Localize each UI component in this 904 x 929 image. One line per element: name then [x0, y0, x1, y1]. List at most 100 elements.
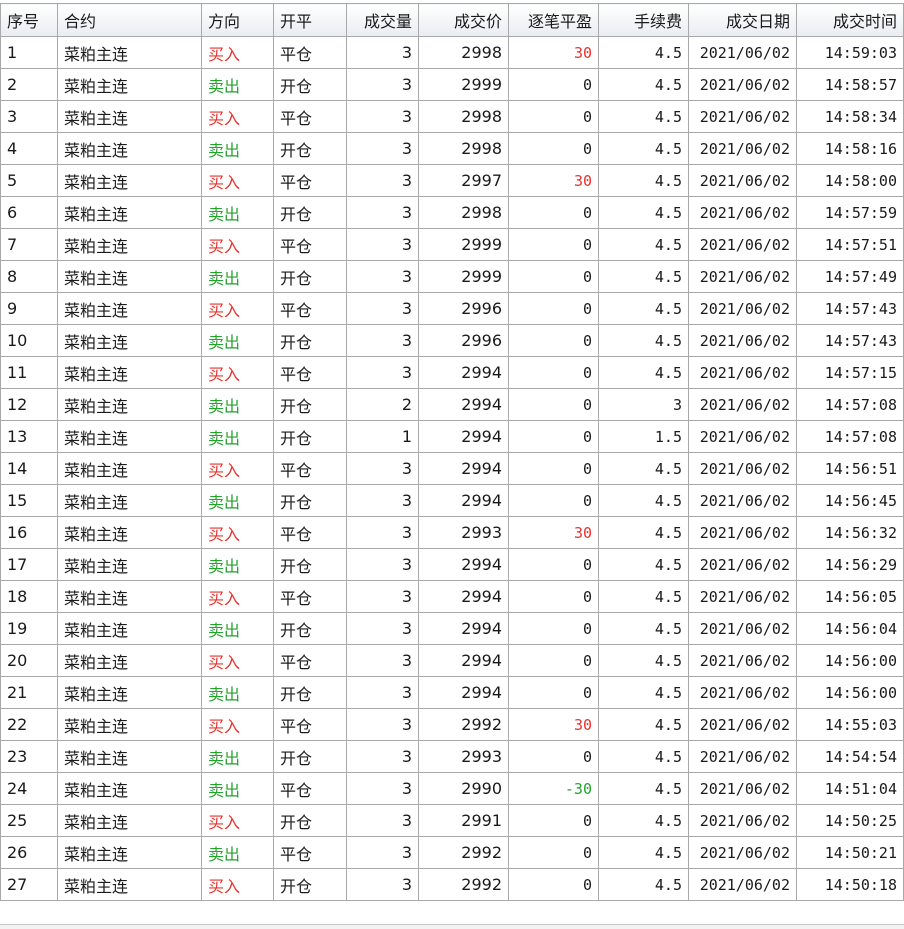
table-row[interactable]: 16 菜粕主连 买入 平仓 3 2993 30 4.5 2021/06/02 14:56:32 [0, 516, 904, 549]
cell-open-close: 开仓 [273, 676, 347, 709]
cell-date: 2021/06/02 [688, 292, 797, 325]
cell-open-close: 平仓 [273, 644, 347, 677]
cell-direction: 卖出 [201, 132, 274, 165]
cell-date: 2021/06/02 [688, 164, 797, 197]
table-row[interactable]: 26 菜粕主连 卖出 平仓 3 2992 0 4.5 2021/06/02 14:50:21 [0, 836, 904, 869]
col-header-fee[interactable]: 手续费 [598, 3, 689, 37]
cell-contract: 菜粕主连 [57, 164, 202, 197]
cell-time: 14:56:05 [796, 580, 904, 613]
table-row[interactable]: 15 菜粕主连 卖出 开仓 3 2994 0 4.5 2021/06/02 14:56:45 [0, 484, 904, 517]
cell-time: 14:56:04 [796, 612, 904, 645]
table-row[interactable]: 18 菜粕主连 买入 平仓 3 2994 0 4.5 2021/06/02 14:56:05 [0, 580, 904, 613]
col-header-open-close[interactable]: 开平 [273, 3, 347, 37]
table-row[interactable]: 21 菜粕主连 卖出 开仓 3 2994 0 4.5 2021/06/02 14:56:00 [0, 676, 904, 709]
table-row[interactable]: 4 菜粕主连 卖出 开仓 3 2998 0 4.5 2021/06/02 14:58:16 [0, 132, 904, 165]
cell-profit: -30 [508, 772, 599, 805]
cell-open-close: 开仓 [273, 868, 347, 901]
table-row[interactable]: 8 菜粕主连 卖出 开仓 3 2999 0 4.5 2021/06/02 14:57:49 [0, 260, 904, 293]
cell-date: 2021/06/02 [688, 324, 797, 357]
table-row[interactable]: 23 菜粕主连 卖出 开仓 3 2993 0 4.5 2021/06/02 14:54:54 [0, 740, 904, 773]
cell-index: 26 [0, 836, 58, 869]
cell-price: 2996 [418, 292, 509, 325]
cell-fee: 4.5 [598, 580, 689, 613]
table-row[interactable]: 2 菜粕主连 卖出 开仓 3 2999 0 4.5 2021/06/02 14:58:57 [0, 68, 904, 101]
cell-price: 2998 [418, 196, 509, 229]
cell-open-close: 平仓 [273, 100, 347, 133]
cell-profit: 0 [508, 388, 599, 421]
cell-volume: 3 [346, 836, 419, 869]
cell-contract: 菜粕主连 [57, 772, 202, 805]
cell-index: 22 [0, 708, 58, 741]
cell-open-close: 开仓 [273, 484, 347, 517]
cell-fee: 4.5 [598, 260, 689, 293]
table-row[interactable]: 22 菜粕主连 买入 平仓 3 2992 30 4.5 2021/06/02 14:55:03 [0, 708, 904, 741]
cell-direction: 买入 [201, 580, 274, 613]
cell-index: 2 [0, 68, 58, 101]
cell-price: 2994 [418, 420, 509, 453]
table-row[interactable]: 9 菜粕主连 买入 平仓 3 2996 0 4.5 2021/06/02 14:57:43 [0, 292, 904, 325]
table-row[interactable]: 5 菜粕主连 买入 平仓 3 2997 30 4.5 2021/06/02 14:58:00 [0, 164, 904, 197]
cell-open-close: 平仓 [273, 836, 347, 869]
cell-fee: 4.5 [598, 868, 689, 901]
cell-fee: 4.5 [598, 804, 689, 837]
cell-profit: 0 [508, 644, 599, 677]
cell-profit: 0 [508, 356, 599, 389]
cell-volume: 3 [346, 676, 419, 709]
table-row[interactable]: 3 菜粕主连 买入 平仓 3 2998 0 4.5 2021/06/02 14:58:34 [0, 100, 904, 133]
cell-profit: 30 [508, 708, 599, 741]
cell-index: 13 [0, 420, 58, 453]
col-header-volume[interactable]: 成交量 [346, 3, 419, 37]
cell-time: 14:56:32 [796, 516, 904, 549]
cell-contract: 菜粕主连 [57, 132, 202, 165]
cell-volume: 3 [346, 260, 419, 293]
table-row[interactable]: 13 菜粕主连 卖出 开仓 1 2994 0 1.5 2021/06/02 14:57:08 [0, 420, 904, 453]
cell-open-close: 开仓 [273, 388, 347, 421]
cell-contract: 菜粕主连 [57, 196, 202, 229]
cell-volume: 3 [346, 452, 419, 485]
table-row[interactable]: 7 菜粕主连 买入 平仓 3 2999 0 4.5 2021/06/02 14:57:51 [0, 228, 904, 261]
cell-volume: 3 [346, 228, 419, 261]
table-row[interactable]: 10 菜粕主连 卖出 开仓 3 2996 0 4.5 2021/06/02 14:57:43 [0, 324, 904, 357]
cell-index: 4 [0, 132, 58, 165]
col-header-profit[interactable]: 逐笔平盈 [508, 3, 599, 37]
cell-fee: 4.5 [598, 836, 689, 869]
cell-date: 2021/06/02 [688, 196, 797, 229]
table-row[interactable]: 27 菜粕主连 买入 开仓 3 2992 0 4.5 2021/06/02 14:50:18 [0, 868, 904, 901]
trade-grid[interactable]: 序号 合约 方向 开平 成交量 成交价 逐笔平盈 手续费 成交日期 成交时间 1… [0, 3, 904, 901]
cell-volume: 3 [346, 708, 419, 741]
table-row[interactable]: 1 菜粕主连 买入 平仓 3 2998 30 4.5 2021/06/02 14:59:03 [0, 36, 904, 69]
cell-open-close: 开仓 [273, 132, 347, 165]
cell-volume: 3 [346, 324, 419, 357]
cell-price: 2994 [418, 452, 509, 485]
cell-direction: 卖出 [201, 68, 274, 101]
table-row[interactable]: 12 菜粕主连 卖出 开仓 2 2994 0 3 2021/06/02 14:57:08 [0, 388, 904, 421]
cell-price: 2994 [418, 484, 509, 517]
horizontal-scrollbar[interactable] [0, 924, 904, 929]
col-header-direction[interactable]: 方向 [201, 3, 274, 37]
table-row[interactable]: 11 菜粕主连 买入 平仓 3 2994 0 4.5 2021/06/02 14:57:15 [0, 356, 904, 389]
cell-date: 2021/06/02 [688, 260, 797, 293]
table-row[interactable]: 24 菜粕主连 卖出 平仓 3 2990 -30 4.5 2021/06/02 14:51:04 [0, 772, 904, 805]
cell-date: 2021/06/02 [688, 548, 797, 581]
cell-fee: 4.5 [598, 740, 689, 773]
table-row[interactable]: 6 菜粕主连 卖出 开仓 3 2998 0 4.5 2021/06/02 14:57:59 [0, 196, 904, 229]
col-header-time[interactable]: 成交时间 [796, 3, 904, 37]
col-header-date[interactable]: 成交日期 [688, 3, 797, 37]
cell-volume: 3 [346, 356, 419, 389]
col-header-index[interactable]: 序号 [0, 3, 58, 37]
cell-price: 2994 [418, 548, 509, 581]
table-row[interactable]: 14 菜粕主连 买入 平仓 3 2994 0 4.5 2021/06/02 14:56:51 [0, 452, 904, 485]
cell-open-close: 开仓 [273, 196, 347, 229]
table-row[interactable]: 25 菜粕主连 买入 开仓 3 2991 0 4.5 2021/06/02 14:50:25 [0, 804, 904, 837]
cell-fee: 4.5 [598, 548, 689, 581]
cell-time: 14:58:16 [796, 132, 904, 165]
cell-open-close: 开仓 [273, 260, 347, 293]
table-row[interactable]: 20 菜粕主连 买入 平仓 3 2994 0 4.5 2021/06/02 14:56:00 [0, 644, 904, 677]
col-header-price[interactable]: 成交价 [418, 3, 509, 37]
table-row[interactable]: 19 菜粕主连 卖出 开仓 3 2994 0 4.5 2021/06/02 14:56:04 [0, 612, 904, 645]
table-row[interactable]: 17 菜粕主连 卖出 开仓 3 2994 0 4.5 2021/06/02 14:56:29 [0, 548, 904, 581]
col-header-contract[interactable]: 合约 [57, 3, 202, 37]
cell-time: 14:56:00 [796, 676, 904, 709]
cell-time: 14:56:00 [796, 644, 904, 677]
cell-contract: 菜粕主连 [57, 644, 202, 677]
